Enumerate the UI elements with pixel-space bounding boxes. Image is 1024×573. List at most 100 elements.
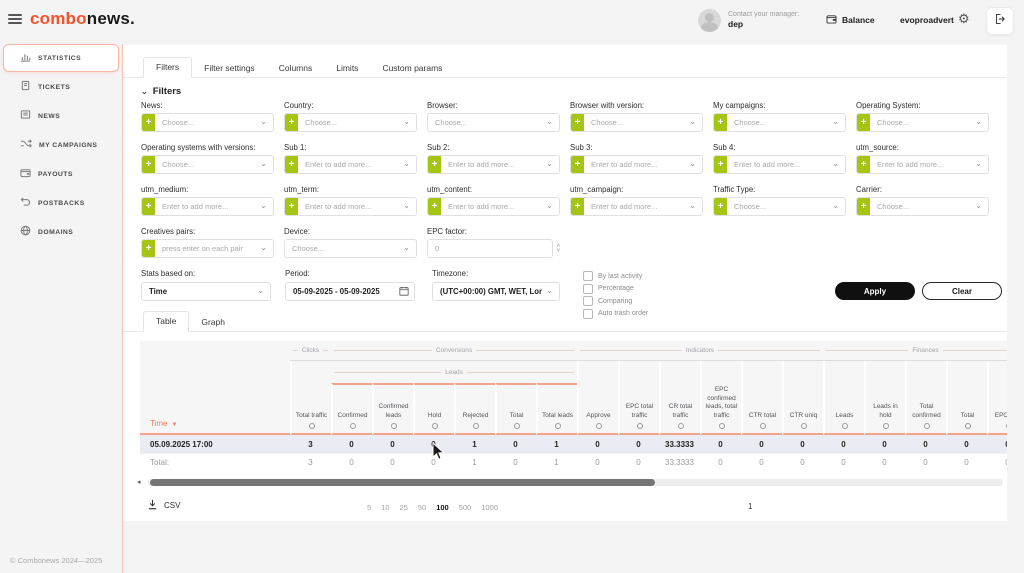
filter-select-browser-with-version[interactable]: +Choose...⌄ <box>570 113 703 132</box>
sidebar-item-postbacks[interactable]: POSTBACKS <box>3 189 119 217</box>
page-size-500[interactable]: 500 <box>459 503 472 512</box>
plus-icon[interactable]: + <box>285 156 298 173</box>
plus-icon[interactable]: + <box>857 114 870 131</box>
column-header-total[interactable]: Total <box>495 383 536 435</box>
page-size-50[interactable]: 50 <box>418 503 426 512</box>
filter-select-operating-systems-with-versions[interactable]: +Choose...⌄ <box>141 155 274 174</box>
column-header-epc-confirmed-leads-total-traffic[interactable]: EPC confirmed leads, total traffic <box>700 361 741 435</box>
plus-icon[interactable]: + <box>571 198 584 215</box>
column-header-rejected[interactable]: Rejected <box>454 383 495 435</box>
scroll-left-icon[interactable]: ◂ <box>137 478 141 486</box>
page-size-25[interactable]: 25 <box>400 503 408 512</box>
gear-icon[interactable]: ⚙ <box>958 11 970 27</box>
filter-select-carrier[interactable]: +Choose...⌄ <box>856 197 989 216</box>
plus-icon[interactable]: + <box>714 156 727 173</box>
tab-custom-params[interactable]: Custom params <box>370 59 454 78</box>
filter-select-utm-campaign[interactable]: +Enter to add more...⌄ <box>570 197 703 216</box>
period-input[interactable]: 05-09-2025 - 05-09-2025 <box>285 282 415 301</box>
page-size-10[interactable]: 10 <box>381 503 389 512</box>
plus-icon[interactable]: + <box>285 114 298 131</box>
checkbox-box[interactable] <box>583 284 593 294</box>
filter-select-sub-3[interactable]: +Enter to add more...⌄ <box>570 155 703 174</box>
column-header-time[interactable]: Time▼ <box>140 341 290 435</box>
current-page[interactable]: 1 <box>748 502 752 511</box>
column-header-leads-in-hold[interactable]: Leads in hold <box>864 361 905 435</box>
filter-select-utm-source[interactable]: +Enter to add more...⌄ <box>856 155 989 174</box>
plus-icon[interactable]: + <box>428 198 441 215</box>
plus-icon[interactable]: + <box>571 114 584 131</box>
column-header-epc-total-traffic[interactable]: EPC total traffic <box>618 361 659 435</box>
column-header-cr-total-traffic[interactable]: CR total traffic <box>659 361 700 435</box>
filter-select-operating-system[interactable]: +Choose...⌄ <box>856 113 989 132</box>
plus-icon[interactable]: + <box>142 240 155 257</box>
column-header-confirmed-leads[interactable]: Confirmed leads <box>372 383 413 435</box>
column-header-approve[interactable]: Approve <box>577 361 618 435</box>
sidebar-item-domains[interactable]: DOMAINS <box>3 218 119 246</box>
filter-select-sub-1[interactable]: +Enter to add more...⌄ <box>284 155 417 174</box>
column-header-total[interactable]: Total <box>946 361 987 435</box>
account-name[interactable]: evoproadvert <box>900 15 954 25</box>
plus-icon[interactable]: + <box>142 198 155 215</box>
checkbox-comparing[interactable]: Comparing <box>583 296 648 306</box>
column-header-total-traffic[interactable]: Total traffic <box>290 361 331 435</box>
plus-icon[interactable]: + <box>428 156 441 173</box>
plus-icon[interactable]: + <box>857 198 870 215</box>
plus-icon[interactable]: + <box>142 156 155 173</box>
plus-icon[interactable]: + <box>714 198 727 215</box>
sidebar-item-statistics[interactable]: STATISTICS <box>3 44 119 72</box>
column-header-confirmed[interactable]: Confirmed <box>331 383 372 435</box>
checkbox-by-last-activity[interactable]: By last activity <box>583 271 648 281</box>
filter-select-sub-4[interactable]: +Enter to add more...⌄ <box>713 155 846 174</box>
filter-select-browser[interactable]: Choose...⌄ <box>427 113 560 132</box>
filter-select-country[interactable]: +Choose...⌄ <box>284 113 417 132</box>
filter-select-news[interactable]: +Choose...⌄ <box>141 113 274 132</box>
column-header-leads[interactable]: Leads <box>823 361 864 435</box>
column-header-ctr-uniq[interactable]: CTR uniq <box>782 361 823 435</box>
page-size-1000[interactable]: 1000 <box>481 503 498 512</box>
filter-select-creatives-pairs[interactable]: +press enter on each pair⌄ <box>141 239 274 258</box>
column-header-epc-hold[interactable]: EPC hold <box>987 361 1007 435</box>
plus-icon[interactable]: + <box>142 114 155 131</box>
csv-export-button[interactable]: CSV <box>147 499 180 512</box>
view-tab-graph[interactable]: Graph <box>189 313 237 332</box>
column-header-total-leads[interactable]: Total leads <box>536 383 577 435</box>
logout-button[interactable] <box>986 7 1014 35</box>
tab-limits[interactable]: Limits <box>324 59 370 78</box>
plus-icon[interactable]: + <box>285 198 298 215</box>
filter-select-utm-term[interactable]: +Enter to add more...⌄ <box>284 197 417 216</box>
filter-select-utm-content[interactable]: +Enter to add more...⌄ <box>427 197 560 216</box>
column-header-ctr-total[interactable]: CTR total <box>741 361 782 435</box>
column-header-total-confirmed[interactable]: Total confirmed <box>905 361 946 435</box>
filter-select-traffic-type[interactable]: +Choose...⌄ <box>713 197 846 216</box>
tab-filters[interactable]: Filters <box>143 57 192 78</box>
scrollbar-thumb[interactable] <box>150 479 655 486</box>
horizontal-scrollbar[interactable] <box>148 479 1003 486</box>
sidebar-item-tickets[interactable]: TICKETS <box>3 73 119 101</box>
timezone-select[interactable]: (UTC+00:00) GMT, WET, London, ... ⌄ <box>432 282 560 301</box>
page-size-5[interactable]: 5 <box>367 503 371 512</box>
hamburger-icon[interactable] <box>8 14 22 25</box>
sidebar-item-news[interactable]: NEWS <box>3 102 119 130</box>
apply-button[interactable]: Apply <box>835 282 915 300</box>
plus-icon[interactable]: + <box>714 114 727 131</box>
epc-factor-input[interactable]: 0 <box>427 239 553 258</box>
checkbox-percentage[interactable]: Percentage <box>583 284 648 294</box>
number-stepper[interactable]: ˄˅ <box>557 244 560 254</box>
sidebar-item-my-campaigns[interactable]: MY CAMPAIGNS <box>3 131 119 159</box>
tab-filter-settings[interactable]: Filter settings <box>192 59 267 78</box>
filter-select-sub-2[interactable]: +Enter to add more...⌄ <box>427 155 560 174</box>
page-size-100[interactable]: 100 <box>436 503 449 512</box>
tab-columns[interactable]: Columns <box>267 59 325 78</box>
view-tab-table[interactable]: Table <box>143 311 189 332</box>
filter-select-my-campaigns[interactable]: +Choose...⌄ <box>713 113 846 132</box>
filter-select-device[interactable]: Choose...⌄ <box>284 239 417 258</box>
balance-button[interactable]: Balance <box>826 14 875 26</box>
filters-section-toggle[interactable]: ⌄ Filters <box>141 86 181 97</box>
checkbox-box[interactable] <box>583 271 593 281</box>
clear-button[interactable]: Clear <box>922 282 1002 300</box>
column-header-hold[interactable]: Hold <box>413 383 454 435</box>
filter-select-utm-medium[interactable]: +Enter to add more...⌄ <box>141 197 274 216</box>
checkbox-box[interactable] <box>583 296 593 306</box>
plus-icon[interactable]: + <box>857 156 870 173</box>
plus-icon[interactable]: + <box>571 156 584 173</box>
